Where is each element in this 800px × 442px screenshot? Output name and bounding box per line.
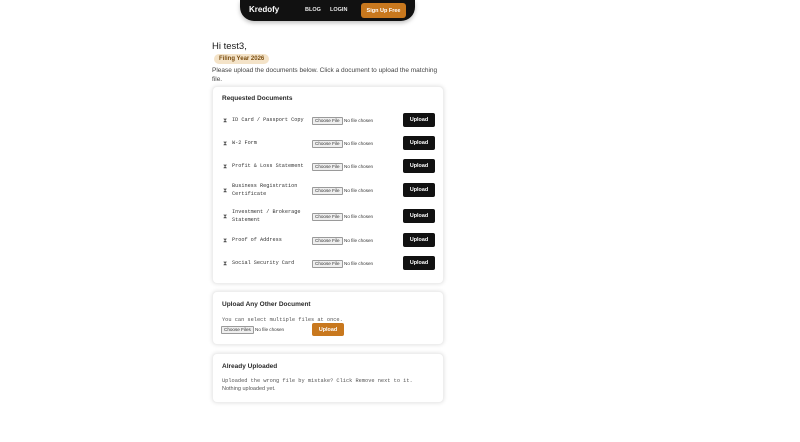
document-row-w2: ⧗ W-2 Form Choose File No file chosen Up… xyxy=(213,136,443,152)
hourglass-icon: ⧗ xyxy=(223,117,228,124)
choose-file-button[interactable]: Choose File xyxy=(312,187,343,195)
document-row-investment: ⧗ Investment / Brokerage Statement Choos… xyxy=(213,209,443,225)
hourglass-icon: ⧗ xyxy=(223,260,228,267)
upload-other-button[interactable]: Upload xyxy=(312,323,344,336)
file-status: No file chosen xyxy=(344,238,374,243)
sign-up-button[interactable]: Sign Up Free xyxy=(361,3,406,18)
document-row-social-security: ⧗ Social Security Card Choose File No fi… xyxy=(213,256,443,272)
already-uploaded-title: Already Uploaded xyxy=(222,363,278,370)
upload-button[interactable]: Upload xyxy=(403,113,435,127)
requested-documents-title: Requested Documents xyxy=(222,95,293,102)
document-name: Social Security Card xyxy=(232,260,295,266)
brand-logo[interactable]: Kredofy xyxy=(249,5,279,14)
choose-file-button[interactable]: Choose File xyxy=(312,237,343,245)
file-status: No file chosen xyxy=(255,327,285,332)
remove-hint: Uploaded the wrong file by mistake? Clic… xyxy=(222,378,413,384)
other-document-title: Upload Any Other Document xyxy=(222,301,311,308)
upload-button[interactable]: Upload xyxy=(403,233,435,247)
document-name: Investment / Brokerage Statement xyxy=(232,209,301,223)
document-row-id-card: ⧗ ID Card / Passport Copy Choose File No… xyxy=(213,113,443,129)
hourglass-icon: ⧗ xyxy=(223,140,228,147)
nav-link-login[interactable]: LOGIN xyxy=(330,7,347,13)
file-status: No file chosen xyxy=(344,214,374,219)
document-row-business-registration: ⧗ Business Registration Certificate Choo… xyxy=(213,183,443,199)
greeting: Hi test3, xyxy=(212,41,247,52)
hourglass-icon: ⧗ xyxy=(223,163,228,170)
choose-file-button[interactable]: Choose File xyxy=(312,117,343,125)
upload-button[interactable]: Upload xyxy=(403,183,435,197)
already-uploaded-card: Already Uploaded Uploaded the wrong file… xyxy=(212,353,444,403)
document-name: ID Card / Passport Copy xyxy=(232,117,304,123)
choose-file-button[interactable]: Choose File xyxy=(312,213,343,221)
document-row-profit-loss: ⧗ Profit & Loss Statement Choose File No… xyxy=(213,159,443,175)
filing-year-badge: Filing Year 2026 xyxy=(214,54,270,64)
requested-documents-card: Requested Documents ⧗ ID Card / Passport… xyxy=(212,86,444,284)
hourglass-icon: ⧗ xyxy=(223,213,228,220)
choose-files-button[interactable]: Choose Files xyxy=(221,326,254,334)
upload-button[interactable]: Upload xyxy=(403,136,435,150)
file-status: No file chosen xyxy=(344,261,374,266)
document-name: Profit & Loss Statement xyxy=(232,163,304,169)
file-status: No file chosen xyxy=(344,141,374,146)
document-name: Business Registration Certificate xyxy=(232,183,298,197)
document-name: Proof of Address xyxy=(232,237,282,243)
choose-file-button[interactable]: Choose File xyxy=(312,140,343,148)
top-navbar: Kredofy BLOG LOGIN Sign Up Free xyxy=(240,0,415,21)
upload-button[interactable]: Upload xyxy=(403,159,435,173)
instructions-text: Please upload the documents below. Click… xyxy=(212,67,438,83)
upload-button[interactable]: Upload xyxy=(403,256,435,270)
file-status: No file chosen xyxy=(344,164,374,169)
document-row-proof-of-address: ⧗ Proof of Address Choose File No file c… xyxy=(213,233,443,249)
hourglass-icon: ⧗ xyxy=(223,187,228,194)
upload-button[interactable]: Upload xyxy=(403,209,435,223)
document-name: W-2 Form xyxy=(232,140,257,146)
choose-file-button[interactable]: Choose File xyxy=(312,163,343,171)
choose-file-button[interactable]: Choose File xyxy=(312,260,343,268)
hourglass-icon: ⧗ xyxy=(223,237,228,244)
file-status: No file chosen xyxy=(344,188,374,193)
file-status: No file chosen xyxy=(344,118,374,123)
other-document-card: Upload Any Other Document You can select… xyxy=(212,291,444,345)
empty-state-text: Nothing uploaded yet. xyxy=(222,386,276,392)
nav-link-blog[interactable]: BLOG xyxy=(305,7,321,13)
